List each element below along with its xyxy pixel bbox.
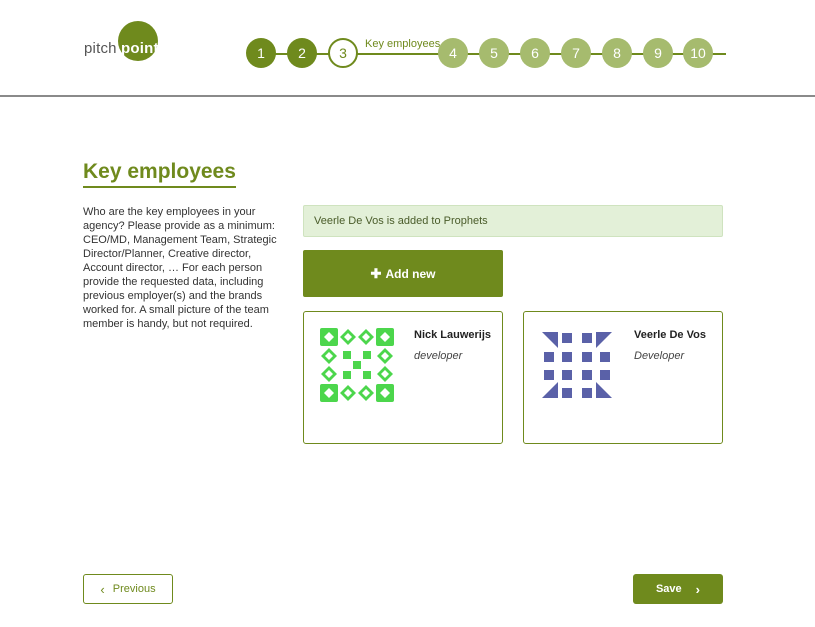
step-3[interactable]: 3 <box>328 38 358 68</box>
chevron-right-icon: › <box>695 581 701 597</box>
add-new-button[interactable]: ✚ Add new <box>303 250 503 297</box>
step-6[interactable]: 6 <box>520 38 550 68</box>
step-9[interactable]: 9 <box>643 38 673 68</box>
plus-icon: ✚ <box>370 265 382 281</box>
step-4[interactable]: 4 <box>438 38 468 68</box>
step-1[interactable]: 1 <box>246 38 276 68</box>
logo-text-pitch: pitch <box>84 40 117 57</box>
header: pitch point 1 2 3 Key employees 4 5 6 7 … <box>0 0 815 97</box>
identicon-blue-icon <box>542 332 612 398</box>
page-title: Key employees <box>83 160 236 188</box>
intro-text: Who are the key employees in your agency… <box>83 206 277 330</box>
previous-button[interactable]: ‹ Previous <box>83 574 173 604</box>
employee-card[interactable]: Nick Lauwerijs developer <box>303 311 503 444</box>
step-8[interactable]: 8 <box>602 38 632 68</box>
current-step-caption: Key employees <box>363 38 443 50</box>
save-button[interactable]: Save › <box>633 574 723 604</box>
previous-label: Previous <box>112 583 156 595</box>
step-10[interactable]: 10 <box>683 38 713 68</box>
employee-name: Nick Lauwerijs <box>414 329 492 341</box>
identicon-green-icon <box>320 328 394 402</box>
progress-stepper: 1 2 3 Key employees 4 5 6 7 8 9 10 <box>246 38 726 70</box>
employee-role: Developer <box>634 350 685 362</box>
success-alert: Veerle De Vos is added to Prophets <box>303 205 723 237</box>
chevron-left-icon: ‹ <box>100 581 105 597</box>
step-7[interactable]: 7 <box>561 38 591 68</box>
logo-text-point: point <box>121 40 159 57</box>
employee-role: developer <box>414 350 463 362</box>
step-2[interactable]: 2 <box>287 38 317 68</box>
employee-name: Veerle De Vos <box>634 329 706 341</box>
step-5[interactable]: 5 <box>479 38 509 68</box>
logo[interactable]: pitch point <box>84 21 164 65</box>
save-label: Save <box>655 583 682 595</box>
add-new-label: Add new <box>385 266 436 281</box>
employee-card[interactable]: Veerle De Vos Developer <box>523 311 723 444</box>
